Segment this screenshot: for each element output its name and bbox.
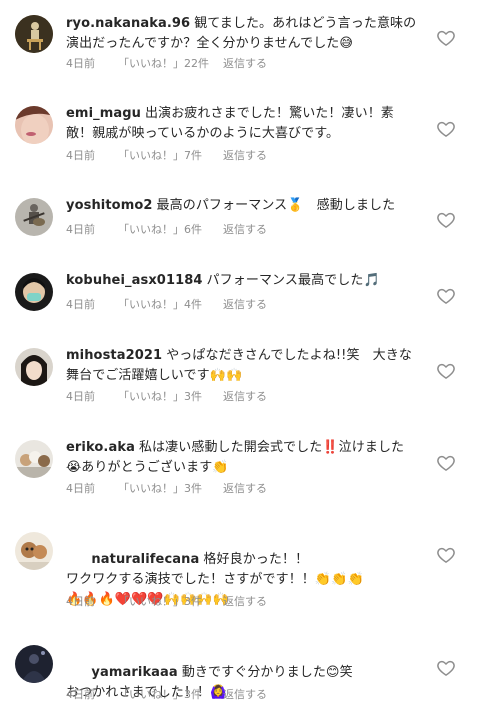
masked-person-avatar [15,273,53,311]
reply-button[interactable]: 返信する [223,481,267,497]
comment-time: 4日前 [66,390,95,403]
reply-button[interactable]: 返信する [223,594,267,610]
bob-hair-avatar [15,348,53,386]
reply-button[interactable]: 返信する [223,56,267,72]
reply-button[interactable]: 返信する [223,687,267,703]
poodle-avatar [15,532,53,570]
comment-username[interactable]: mihosta2021 [66,348,162,363]
like-heart-icon[interactable] [436,545,456,565]
comment-username[interactable]: yamarikaaa [91,665,177,680]
likes-count-link[interactable]: 「いいね！」3件 [118,687,223,703]
comment-text: パフォーマンス最高でした🎵 [206,273,380,288]
guitarist-avatar [15,198,53,236]
comment-time: 4日前 [66,149,95,162]
like-heart-icon[interactable] [436,28,456,48]
comment-time: 4日前 [66,57,95,70]
dogs-avatar [15,440,53,478]
comment-username[interactable]: eriko.aka [66,440,135,455]
reply-button[interactable]: 返信する [223,222,267,238]
dark-stage-avatar [15,645,53,683]
face-closeup-avatar [15,106,53,144]
reply-button[interactable]: 返信する [223,297,267,313]
avatar[interactable] [15,198,53,236]
like-heart-icon[interactable] [436,658,456,678]
person-on-stool-avatar [15,15,53,53]
likes-count-link[interactable]: 「いいね！」22件 [118,56,223,72]
avatar[interactable] [15,645,53,683]
like-heart-icon[interactable] [436,119,456,139]
reply-button[interactable]: 返信する [223,148,267,164]
like-heart-icon[interactable] [436,286,456,306]
likes-count-link[interactable]: 「いいね！」6件 [118,222,223,238]
avatar[interactable] [15,273,53,311]
avatar[interactable] [15,532,53,570]
comment-time: 4日前 [66,298,95,311]
avatar[interactable] [15,348,53,386]
likes-count-link[interactable]: 「いいね！」3件 [118,594,223,610]
likes-count-link[interactable]: 「いいね！」3件 [118,389,223,405]
like-heart-icon[interactable] [436,210,456,230]
reply-button[interactable]: 返信する [223,389,267,405]
avatar[interactable] [15,106,53,144]
comment-time: 4日前 [66,223,95,236]
comment-username[interactable]: yoshitomo2 [66,198,153,213]
comment-username[interactable]: emi_magu [66,106,141,121]
comment-text: 最高のパフォーマンス🥇 感動しました [156,198,396,213]
like-heart-icon[interactable] [436,361,456,381]
like-heart-icon[interactable] [436,453,456,473]
comment-time: 4日前 [66,688,95,701]
comment-username[interactable]: naturalifecana [91,552,199,567]
likes-count-link[interactable]: 「いいね！」3件 [118,481,223,497]
likes-count-link[interactable]: 「いいね！」7件 [118,148,223,164]
comment-username[interactable]: ryo.nakanaka.96 [66,16,190,31]
avatar[interactable] [15,15,53,53]
comment-time: 4日前 [66,595,95,608]
likes-count-link[interactable]: 「いいね！」4件 [118,297,223,313]
comment-username[interactable]: kobuhei_asx01184 [66,273,203,288]
comment-time: 4日前 [66,482,95,495]
avatar[interactable] [15,440,53,478]
